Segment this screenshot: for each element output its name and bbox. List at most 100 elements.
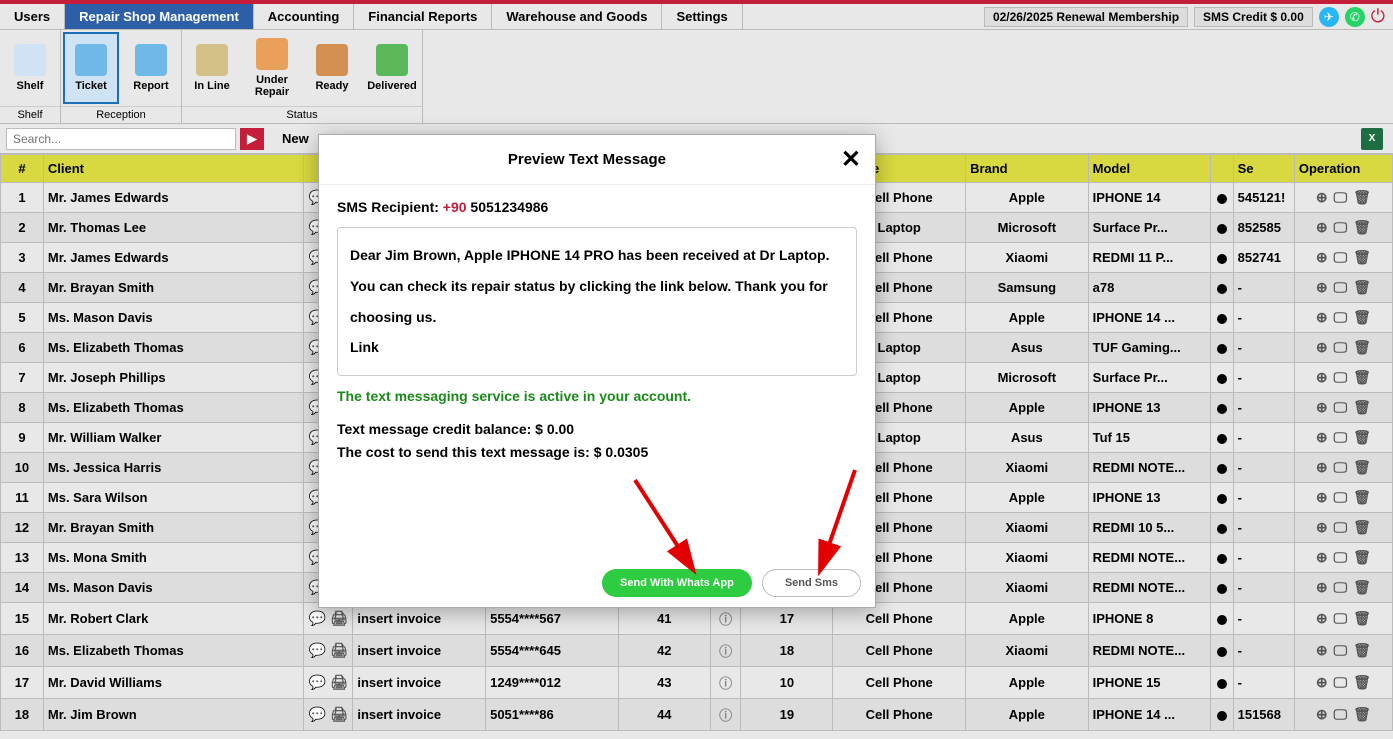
chat-icon[interactable]: 💬 <box>309 706 326 723</box>
delete-icon[interactable]: 🗑 <box>1353 579 1371 596</box>
add-icon[interactable]: ⊕ <box>1316 579 1328 596</box>
monitor-icon[interactable]: 🖵 <box>1334 309 1348 326</box>
monitor-icon[interactable]: 🖵 <box>1334 610 1348 627</box>
table-row[interactable]: 17Mr. David Williams💬🖨insert invoice1249… <box>1 667 1393 699</box>
add-icon[interactable]: ⊕ <box>1316 489 1328 506</box>
delete-icon[interactable]: 🗑 <box>1353 279 1371 296</box>
menu-tab-settings[interactable]: Settings <box>662 4 742 29</box>
monitor-icon[interactable]: 🖵 <box>1334 219 1348 236</box>
monitor-icon[interactable]: 🖵 <box>1334 459 1348 476</box>
column-header[interactable]: Se <box>1233 155 1294 183</box>
monitor-icon[interactable]: 🖵 <box>1334 429 1348 446</box>
monitor-icon[interactable]: 🖵 <box>1334 399 1348 416</box>
delete-icon[interactable]: 🗑 <box>1353 489 1371 506</box>
add-icon[interactable]: ⊕ <box>1316 459 1328 476</box>
table-row[interactable]: 18Mr. Jim Brown💬🖨insert invoice5051****8… <box>1 699 1393 731</box>
menu-tab-users[interactable]: Users <box>0 4 65 29</box>
add-icon[interactable]: ⊕ <box>1316 279 1328 296</box>
delete-icon[interactable]: 🗑 <box>1353 309 1371 326</box>
chat-icon[interactable]: 💬 <box>309 674 326 691</box>
delete-icon[interactable]: 🗑 <box>1353 219 1371 236</box>
add-icon[interactable]: ⊕ <box>1316 249 1328 266</box>
add-icon[interactable]: ⊕ <box>1316 399 1328 416</box>
chat-icon[interactable]: 💬 <box>309 610 326 627</box>
delete-icon[interactable]: 🗑 <box>1353 459 1371 476</box>
telegram-icon[interactable]: ✈ <box>1319 7 1339 27</box>
monitor-icon[interactable]: 🖵 <box>1334 579 1348 596</box>
delete-icon[interactable]: 🗑 <box>1353 674 1371 691</box>
print-icon[interactable]: 🖨 <box>330 610 348 627</box>
info-icon[interactable]: ⓘ <box>719 676 732 691</box>
excel-export-icon[interactable]: X <box>1361 128 1383 150</box>
monitor-icon[interactable]: 🖵 <box>1334 674 1348 691</box>
ribbon-in-line[interactable]: In Line <box>184 32 240 104</box>
add-icon[interactable]: ⊕ <box>1316 429 1328 446</box>
monitor-icon[interactable]: 🖵 <box>1334 369 1348 386</box>
menu-tab-warehouse-and-goods[interactable]: Warehouse and Goods <box>492 4 662 29</box>
delete-icon[interactable]: 🗑 <box>1353 249 1371 266</box>
menu-tab-accounting[interactable]: Accounting <box>254 4 355 29</box>
column-header[interactable] <box>1211 155 1233 183</box>
delete-icon[interactable]: 🗑 <box>1353 706 1371 723</box>
table-row[interactable]: 16Ms. Elizabeth Thomas💬🖨insert invoice55… <box>1 635 1393 667</box>
ribbon-under-repair[interactable]: Under Repair <box>244 32 300 104</box>
add-icon[interactable]: ⊕ <box>1316 674 1328 691</box>
column-header[interactable]: Model <box>1088 155 1211 183</box>
column-header[interactable]: Client <box>43 155 303 183</box>
print-icon[interactable]: 🖨 <box>330 642 348 659</box>
power-icon[interactable]: ⏻ <box>1371 6 1385 27</box>
close-icon[interactable]: ✕ <box>841 145 861 174</box>
monitor-icon[interactable]: 🖵 <box>1334 279 1348 296</box>
add-icon[interactable]: ⊕ <box>1316 642 1328 659</box>
send-sms-button[interactable]: Send Sms <box>762 569 861 597</box>
add-icon[interactable]: ⊕ <box>1316 519 1328 536</box>
ribbon-shelf[interactable]: Shelf <box>2 32 58 104</box>
menu-tab-repair-shop-management[interactable]: Repair Shop Management <box>65 4 254 29</box>
ribbon-ready[interactable]: Ready <box>304 32 360 104</box>
add-icon[interactable]: ⊕ <box>1316 706 1328 723</box>
menu-tab-financial-reports[interactable]: Financial Reports <box>354 4 492 29</box>
delete-icon[interactable]: 🗑 <box>1353 519 1371 536</box>
print-icon[interactable]: 🖨 <box>330 674 348 691</box>
info-icon[interactable]: ⓘ <box>719 644 732 659</box>
column-header[interactable]: Operation <box>1294 155 1392 183</box>
monitor-icon[interactable]: 🖵 <box>1334 642 1348 659</box>
ticket-icon <box>75 44 107 76</box>
ribbon-report[interactable]: Report <box>123 32 179 104</box>
column-header[interactable]: Brand <box>966 155 1089 183</box>
add-icon[interactable]: ⊕ <box>1316 219 1328 236</box>
ribbon-ticket[interactable]: Ticket <box>63 32 119 104</box>
add-icon[interactable]: ⊕ <box>1316 339 1328 356</box>
info-icon[interactable]: ⓘ <box>719 612 732 627</box>
send-whatsapp-button[interactable]: Send With Whats App <box>602 569 752 597</box>
print-icon[interactable]: 🖨 <box>330 706 348 723</box>
add-icon[interactable]: ⊕ <box>1316 309 1328 326</box>
delete-icon[interactable]: 🗑 <box>1353 642 1371 659</box>
monitor-icon[interactable]: 🖵 <box>1334 339 1348 356</box>
column-header[interactable]: # <box>1 155 44 183</box>
monitor-icon[interactable]: 🖵 <box>1334 519 1348 536</box>
ribbon-delivered[interactable]: Delivered <box>364 32 420 104</box>
monitor-icon[interactable]: 🖵 <box>1334 549 1348 566</box>
delete-icon[interactable]: 🗑 <box>1353 399 1371 416</box>
add-icon[interactable]: ⊕ <box>1316 549 1328 566</box>
add-icon[interactable]: ⊕ <box>1316 189 1328 206</box>
delete-icon[interactable]: 🗑 <box>1353 429 1371 446</box>
delete-icon[interactable]: 🗑 <box>1353 369 1371 386</box>
monitor-icon[interactable]: 🖵 <box>1334 489 1348 506</box>
monitor-icon[interactable]: 🖵 <box>1334 189 1348 206</box>
chat-icon[interactable]: 💬 <box>309 642 326 659</box>
delete-icon[interactable]: 🗑 <box>1353 549 1371 566</box>
info-icon[interactable]: ⓘ <box>719 708 732 723</box>
delete-icon[interactable]: 🗑 <box>1353 610 1371 627</box>
whatsapp-icon[interactable]: ✆ <box>1345 7 1365 27</box>
add-icon[interactable]: ⊕ <box>1316 610 1328 627</box>
new-button[interactable]: New <box>274 127 317 150</box>
search-input[interactable] <box>6 128 236 150</box>
search-button[interactable]: ▶ <box>240 128 264 150</box>
monitor-icon[interactable]: 🖵 <box>1334 706 1348 723</box>
monitor-icon[interactable]: 🖵 <box>1334 249 1348 266</box>
delete-icon[interactable]: 🗑 <box>1353 189 1371 206</box>
add-icon[interactable]: ⊕ <box>1316 369 1328 386</box>
delete-icon[interactable]: 🗑 <box>1353 339 1371 356</box>
